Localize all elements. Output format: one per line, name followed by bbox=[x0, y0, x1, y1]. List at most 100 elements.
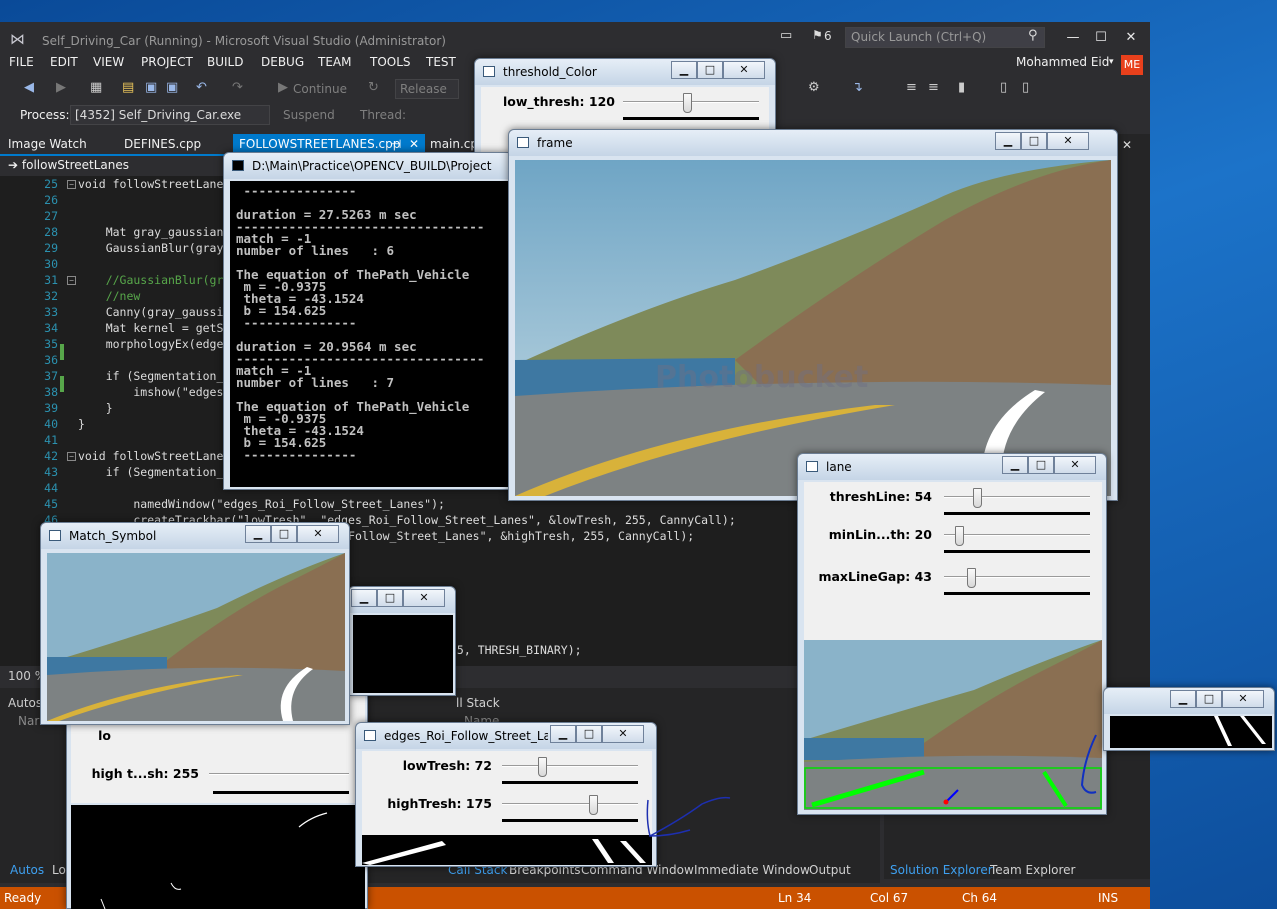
breakpoint-settings-icon[interactable]: ⚙ bbox=[808, 80, 820, 95]
user-avatar[interactable]: ME bbox=[1121, 55, 1143, 75]
close-button[interactable]: ✕ bbox=[723, 61, 765, 79]
menu-project[interactable]: PROJECT bbox=[141, 55, 193, 69]
low-thresh-slider-thumb[interactable] bbox=[683, 93, 692, 113]
maximize-button[interactable]: □ bbox=[271, 525, 297, 543]
max-line-gap-slider-thumb[interactable] bbox=[967, 568, 977, 588]
close-button[interactable]: ✕ bbox=[1047, 132, 1089, 150]
slider-track[interactable] bbox=[209, 773, 349, 775]
maximize-button[interactable]: □ bbox=[1196, 690, 1222, 708]
minimize-button[interactable]: ▁ bbox=[351, 589, 377, 607]
suspend-button[interactable]: Suspend bbox=[283, 108, 335, 122]
search-icon[interactable]: ⚲ bbox=[1028, 28, 1038, 43]
window-title-bar[interactable]: Match_Symbol ▁ □ ✕ bbox=[41, 523, 349, 549]
indent-icon[interactable]: ≡ bbox=[906, 80, 917, 95]
menu-team[interactable]: TEAM bbox=[318, 55, 351, 69]
notifications-flag-icon[interactable]: ⚑ bbox=[812, 28, 823, 42]
continue-icon[interactable]: ▶ bbox=[278, 80, 288, 95]
bookmark-icon[interactable]: ▮ bbox=[958, 80, 965, 95]
window-title-bar[interactable]: ▁ □ ✕ bbox=[1104, 688, 1274, 714]
feedback-icon[interactable]: ▭ bbox=[780, 28, 792, 43]
menu-file[interactable]: FILE bbox=[9, 55, 34, 69]
changed-line-marker bbox=[60, 376, 64, 392]
window-title-bar[interactable]: lane ▁ □ ✕ bbox=[798, 454, 1106, 480]
restart-icon[interactable]: ↻ bbox=[368, 80, 379, 95]
window-title-bar[interactable]: edges_Roi_Follow_Street_Lan... ▁ □ ✕ bbox=[356, 723, 656, 749]
menu-view[interactable]: VIEW bbox=[93, 55, 124, 69]
close-tab-icon[interactable]: ✕ bbox=[409, 137, 419, 151]
redo-icon[interactable]: ↷ bbox=[232, 80, 243, 95]
tab-image-watch[interactable]: Image Watch bbox=[2, 134, 93, 154]
close-button[interactable]: ✕ bbox=[1222, 690, 1264, 708]
tab-immediate-window[interactable]: Immediate Window bbox=[694, 863, 810, 877]
tab-team-explorer[interactable]: Team Explorer bbox=[990, 863, 1076, 877]
back-icon[interactable]: ◀ bbox=[24, 80, 34, 95]
line-number: 44 bbox=[44, 481, 58, 495]
forward-icon[interactable]: ▶ bbox=[56, 80, 66, 95]
close-button[interactable]: ✕ bbox=[1054, 456, 1096, 474]
window-title-bar[interactable]: threshold_Color ▁ □ ✕ bbox=[475, 59, 775, 85]
step-icon[interactable]: ↴ bbox=[852, 80, 863, 95]
maximize-button[interactable]: □ bbox=[377, 589, 403, 607]
process-select[interactable]: [4352] Self_Driving_Car.exe bbox=[70, 105, 270, 125]
minimize-button[interactable]: ▁ bbox=[1170, 690, 1196, 708]
close-button[interactable]: ✕ bbox=[602, 725, 644, 743]
menu-test[interactable]: TEST bbox=[426, 55, 456, 69]
menu-debug[interactable]: DEBUG bbox=[261, 55, 304, 69]
menu-tools[interactable]: TOOLS bbox=[370, 55, 411, 69]
tab-defines-cpp[interactable]: DEFINES.cpp bbox=[118, 134, 207, 154]
window-title-bar[interactable]: ▁ □ ✕ bbox=[349, 587, 455, 613]
pin-icon[interactable]: ⊣ bbox=[391, 137, 401, 151]
maximize-button[interactable]: □ bbox=[1028, 456, 1054, 474]
menu-build[interactable]: BUILD bbox=[207, 55, 243, 69]
minimize-button[interactable]: ▁ bbox=[671, 61, 697, 79]
save-all-icon[interactable]: ▣ bbox=[166, 80, 178, 95]
fold-toggle-icon[interactable]: − bbox=[67, 180, 76, 189]
minimize-button[interactable]: ▁ bbox=[995, 132, 1021, 150]
window-title-bar[interactable]: frame ▁ □ ✕ bbox=[509, 130, 1117, 156]
vs-maximize-button[interactable]: ☐ bbox=[1086, 28, 1116, 48]
tab-solution-explorer[interactable]: Solution Explorer bbox=[890, 863, 993, 877]
window-title-bar[interactable]: D:\Main\Practice\OPENCV_BUILD\Project bbox=[224, 153, 512, 179]
tab-followstreetlanes-cpp[interactable]: FOLLOWSTREETLANES.cpp ⊣ ✕ bbox=[233, 134, 425, 154]
slider-track[interactable] bbox=[944, 534, 1090, 536]
min-line-length-slider-thumb[interactable] bbox=[954, 526, 964, 546]
maximize-button[interactable]: □ bbox=[1021, 132, 1047, 150]
maximize-button[interactable]: □ bbox=[576, 725, 602, 743]
user-name[interactable]: Mohammed Eid bbox=[1016, 55, 1109, 69]
tab-locals[interactable]: Lo bbox=[52, 863, 66, 877]
continue-button[interactable]: Continue bbox=[293, 82, 347, 96]
tab-output[interactable]: Output bbox=[809, 863, 851, 877]
high-tresh-slider-thumb[interactable] bbox=[589, 795, 599, 815]
minimize-button[interactable]: ▁ bbox=[1002, 456, 1028, 474]
outdent-icon[interactable]: ≡ bbox=[928, 80, 939, 95]
user-dropdown-icon[interactable]: ▾ bbox=[1109, 57, 1114, 67]
menu-edit[interactable]: EDIT bbox=[50, 55, 78, 69]
thresh-line-slider-thumb[interactable] bbox=[973, 488, 982, 508]
new-project-icon[interactable]: ▦ bbox=[90, 80, 102, 95]
solution-config-select[interactable]: Release bbox=[395, 79, 459, 99]
slider-track[interactable] bbox=[502, 765, 638, 767]
slider-track[interactable] bbox=[944, 576, 1090, 578]
navigation-bar[interactable]: ➔ followStreetLanes bbox=[0, 156, 230, 176]
close-button[interactable]: ✕ bbox=[297, 525, 339, 543]
open-file-icon[interactable]: ▤ bbox=[122, 80, 134, 95]
slider-track[interactable] bbox=[502, 803, 638, 805]
slider-track[interactable] bbox=[944, 496, 1090, 498]
bookmark-next-icon[interactable]: ▯ bbox=[1000, 80, 1007, 95]
maximize-button[interactable]: □ bbox=[697, 61, 723, 79]
low-tresh-slider-thumb[interactable] bbox=[537, 757, 547, 777]
vs-close-button[interactable]: ✕ bbox=[1116, 28, 1146, 48]
fold-toggle-icon[interactable]: − bbox=[67, 452, 76, 461]
tab-autos[interactable]: Autos bbox=[10, 863, 44, 877]
minimize-button[interactable]: ▁ bbox=[550, 725, 576, 743]
close-button[interactable]: ✕ bbox=[403, 589, 445, 607]
console-output[interactable]: --------------- duration = 27.5263 m sec -… bbox=[230, 181, 512, 487]
save-icon[interactable]: ▣ bbox=[145, 80, 157, 95]
vs-minimize-button[interactable]: — bbox=[1058, 28, 1088, 48]
undo-icon[interactable]: ↶ bbox=[196, 80, 207, 95]
fold-toggle-icon[interactable]: − bbox=[67, 276, 76, 285]
minimize-button[interactable]: ▁ bbox=[245, 525, 271, 543]
quick-launch-input[interactable]: Quick Launch (Ctrl+Q) bbox=[845, 27, 1045, 48]
close-panel-icon[interactable]: ✕ bbox=[1122, 138, 1132, 152]
bookmark-prev-icon[interactable]: ▯ bbox=[1022, 80, 1029, 95]
